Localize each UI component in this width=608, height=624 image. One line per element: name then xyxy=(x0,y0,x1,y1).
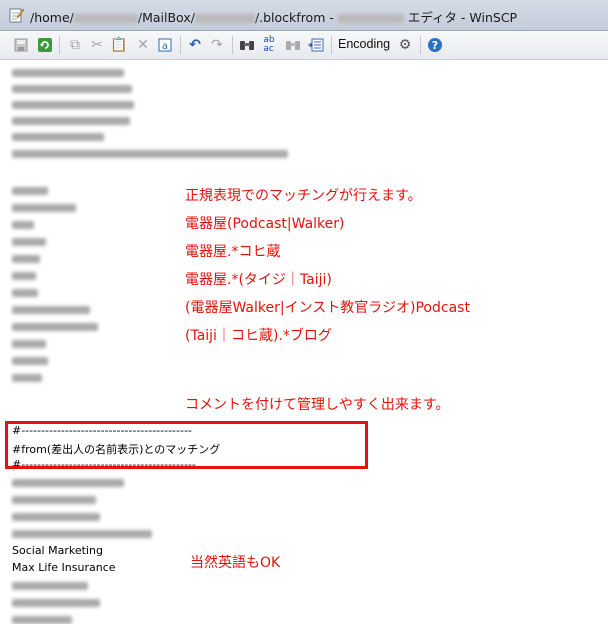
redacted-line xyxy=(12,357,48,365)
redacted-line xyxy=(12,513,100,521)
svg-text:?: ? xyxy=(432,39,438,52)
copy-icon[interactable]: ⧉ xyxy=(66,36,84,54)
redacted-line xyxy=(12,133,104,141)
gear-icon[interactable]: ⚙ xyxy=(396,36,414,54)
notepad-icon xyxy=(9,8,24,23)
find-icon[interactable] xyxy=(238,36,256,54)
toolbar-separator xyxy=(331,36,332,54)
redacted-line xyxy=(12,530,152,538)
redacted-line xyxy=(12,616,72,624)
annotation-example-3: 電器屋.*(タイジ｜Taiji) xyxy=(185,272,332,288)
window-title: /home/ /MailBox/ /.blockfrom - エディタ - WinS… xyxy=(30,7,517,26)
redacted-line xyxy=(12,479,124,487)
redo-icon[interactable]: ↷ xyxy=(208,36,226,54)
redacted-line xyxy=(12,255,40,263)
find-next-icon[interactable] xyxy=(284,36,302,54)
redacted-user xyxy=(73,14,138,23)
redacted-line xyxy=(12,204,76,212)
editor-toolbar: ⧉ ✂ 📋 ✕ a ↶ ↷ ab ac Encoding ⚙ ? xyxy=(0,31,608,60)
cut-icon[interactable]: ✂ xyxy=(88,36,106,54)
redacted-folder xyxy=(194,14,255,23)
undo-icon[interactable]: ↶ xyxy=(186,36,204,54)
annotation-comment: コメントを付けて管理しやすく出来ます。 xyxy=(185,397,450,413)
highlight-box xyxy=(5,421,368,469)
redacted-line xyxy=(12,85,132,93)
annotation-example-5: (Taiji｜コヒ蔵).*ブログ xyxy=(185,328,332,344)
delete-icon[interactable]: ✕ xyxy=(134,36,152,54)
redacted-line xyxy=(12,340,46,348)
title-path-start: /home/ xyxy=(30,10,74,25)
redacted-line xyxy=(12,374,42,382)
encoding-button[interactable]: Encoding xyxy=(338,37,390,51)
toolbar-separator xyxy=(59,36,60,54)
title-app: エディタ - WinSCP xyxy=(403,10,518,25)
redacted-host xyxy=(337,14,404,23)
reload-icon[interactable] xyxy=(36,36,54,54)
redacted-line xyxy=(12,272,36,280)
toolbar-separator xyxy=(232,36,233,54)
redacted-line xyxy=(12,582,88,590)
redacted-line xyxy=(12,289,38,297)
redacted-line xyxy=(12,306,90,314)
redacted-line xyxy=(12,101,134,109)
title-path-file: /.blockfrom - xyxy=(254,10,338,25)
redacted-line xyxy=(12,117,130,125)
goto-line-icon[interactable] xyxy=(307,36,325,54)
replace-icon[interactable]: ab ac xyxy=(260,36,278,54)
entry-line: Social Marketing xyxy=(12,544,103,557)
annotation-example-4: (電器屋Walker|インスト教官ラジオ)Podcast xyxy=(185,300,470,316)
entry-line: Max Life Insurance xyxy=(12,561,116,574)
annotation-english: 当然英語もOK xyxy=(190,555,281,571)
annotation-example-1: 電器屋(Podcast|Walker) xyxy=(185,216,345,232)
redacted-line xyxy=(12,323,98,331)
redacted-line xyxy=(12,187,48,195)
text-editor[interactable]: 正規表現でのマッチングが行えます。 電器屋(Podcast|Walker) 電器… xyxy=(0,60,608,624)
annotation-regex: 正規表現でのマッチングが行えます。 xyxy=(185,188,422,204)
annotation-example-2: 電器屋.*コヒ蔵 xyxy=(185,244,281,260)
toolbar-separator xyxy=(180,36,181,54)
redacted-line xyxy=(12,599,100,607)
title-path-mid: /MailBox/ xyxy=(137,10,195,25)
redacted-line xyxy=(12,69,124,77)
help-icon[interactable]: ? xyxy=(426,36,444,54)
save-icon[interactable] xyxy=(12,36,30,54)
toolbar-separator xyxy=(420,36,421,54)
redacted-line xyxy=(12,238,46,246)
redacted-line xyxy=(12,150,288,158)
svg-text:a: a xyxy=(162,41,168,52)
redacted-line xyxy=(12,496,96,504)
title-bar: /home/ /MailBox/ /.blockfrom - エディタ - WinS… xyxy=(0,0,608,31)
paste-icon[interactable]: 📋 xyxy=(110,36,128,54)
redacted-line xyxy=(12,221,34,229)
select-all-icon[interactable]: a xyxy=(156,36,174,54)
